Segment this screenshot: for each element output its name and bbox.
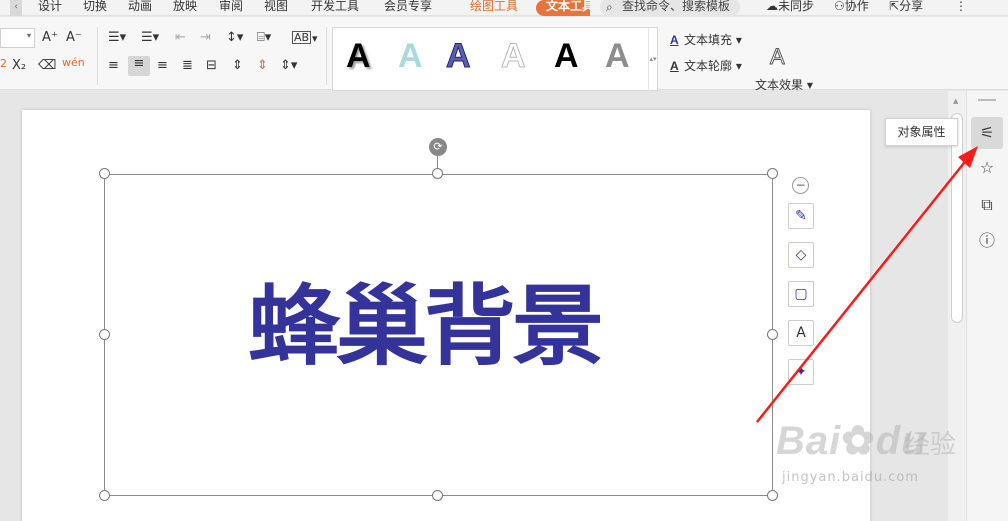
gallery-expand-button[interactable]: ▴▾ — [648, 28, 657, 90]
resize-handle-top[interactable] — [432, 168, 443, 179]
resize-handle-bottom[interactable] — [432, 490, 443, 501]
tab-design[interactable]: 设计 — [38, 0, 62, 16]
cloud-icon: ☁ — [766, 0, 778, 13]
transition-icon[interactable]: ⧉ — [971, 189, 1003, 221]
more-options-button[interactable]: ⋮ — [955, 0, 967, 13]
increase-indent-icon[interactable]: ⇥ — [200, 30, 211, 46]
ribbon-divider — [326, 27, 327, 85]
increase-font-button[interactable]: A⁺ — [42, 30, 58, 46]
justify-icon[interactable]: ≣ — [182, 58, 193, 74]
text-wrap-icon[interactable]: ⌸▾ — [257, 30, 271, 46]
eraser-icon[interactable]: ⌫ — [38, 58, 56, 74]
align-left-icon[interactable]: ≡ — [108, 58, 119, 74]
ribbon: ▾ A⁺ A⁻ 2 X₂ ⌫ wén ☰▾ ☰▾ ⇤ ⇥ ↕▾ ⌸▾ AB ▾ … — [0, 17, 1008, 92]
bullet-list-icon[interactable]: ☰▾ — [108, 30, 126, 46]
quick-fill-icon[interactable]: ◇ — [788, 242, 814, 268]
tab-review[interactable]: 审阅 — [219, 0, 243, 16]
text-outline-icon: A — [670, 59, 679, 73]
object-properties-icon[interactable]: ⚟ — [971, 117, 1003, 149]
scroll-up-icon[interactable]: ▲ — [953, 97, 958, 105]
search-icon: ⌕ — [606, 0, 613, 14]
resize-handle-left[interactable] — [99, 329, 110, 340]
tab-scroll-left-button[interactable]: ‹ — [10, 0, 22, 16]
spacing-options-icon[interactable]: ⇕▾ — [280, 58, 297, 74]
wordart-style-2[interactable]: A — [398, 36, 423, 76]
tab-view[interactable]: 视图 — [264, 0, 288, 16]
text-direction-sort-icon[interactable]: ↕▾ — [226, 30, 243, 46]
font-size-dropdown[interactable]: ▾ — [0, 28, 35, 48]
command-search-box[interactable]: ⌕ 查找命令、搜索模板 — [600, 0, 740, 16]
rotate-handle-icon[interactable]: ⟳ — [429, 138, 447, 156]
text-fill-label: 文本填充 — [684, 33, 733, 47]
wordart-style-4[interactable]: A — [501, 36, 527, 76]
tab-developer[interactable]: 开发工具 — [311, 0, 359, 16]
wordart-style-1[interactable]: A — [346, 36, 371, 76]
subscript-button[interactable]: X₂ — [12, 58, 26, 74]
share-icon: ⇱ — [889, 0, 900, 13]
text-direction-button[interactable]: AB — [292, 31, 312, 44]
tab-transition[interactable]: 切换 — [83, 0, 107, 16]
baidu-watermark: Bai✿du 经验 jingyan.baidu.com — [776, 418, 976, 488]
decrease-font-button[interactable]: A⁻ — [66, 30, 82, 46]
chevron-down-icon: ▾ — [732, 33, 742, 47]
watermark-cn: 经验 — [904, 430, 957, 460]
text-effect-icon[interactable]: A — [770, 44, 786, 70]
collab-label: 协作 — [844, 0, 869, 13]
text-outline-button[interactable]: A 文本轮廓 ▾ — [670, 57, 742, 74]
wordart-style-gallery: A A A A A A ▴▾ — [332, 27, 658, 91]
wordart-style-3[interactable]: A — [446, 36, 472, 76]
quick-text-effect-icon[interactable]: A — [788, 320, 814, 346]
chevron-down-icon: ▾ — [803, 78, 813, 92]
tab-slideshow[interactable]: 放映 — [173, 0, 197, 16]
help-icon[interactable]: ⓘ — [971, 225, 1003, 257]
star-icon[interactable]: ☆ — [971, 152, 1003, 184]
share-button[interactable]: ⇱分享 — [889, 0, 923, 13]
decrease-indent-icon[interactable]: ⇤ — [175, 30, 186, 46]
text-fill-icon: A — [670, 33, 679, 47]
resize-handle-right[interactable] — [767, 329, 778, 340]
text-effect-label: 文本效果 — [755, 78, 804, 92]
align-center-icon[interactable]: ≡ — [128, 56, 150, 76]
sync-status-button[interactable]: ☁未同步 — [766, 0, 814, 13]
paw-icon: ✿ — [841, 419, 876, 463]
collapse-toolbar-icon[interactable]: − — [792, 177, 809, 194]
sync-label: 未同步 — [778, 0, 815, 13]
watermark-url: jingyan.baidu.com — [782, 470, 919, 485]
chevron-down-icon: ▾ — [312, 32, 318, 45]
chevron-down-icon: ▾ — [26, 31, 31, 40]
tab-animation[interactable]: 动画 — [128, 0, 152, 16]
collaborate-button[interactable]: ⚇协作 — [834, 0, 869, 13]
collab-icon: ⚇ — [834, 0, 845, 13]
text-outline-label: 文本轮廓 — [684, 59, 733, 73]
search-placeholder: 查找命令、搜索模板 — [622, 0, 731, 13]
slide-headline-text[interactable]: 蜂巢背景 — [248, 275, 604, 380]
tab-text-tools[interactable]: 文本工具 — [536, 0, 590, 16]
superscript-button[interactable]: 2 — [0, 56, 7, 72]
tab-member[interactable]: 会员专享 — [384, 0, 432, 16]
share-label: 分享 — [899, 0, 924, 13]
resize-handle-bottom-right[interactable] — [767, 490, 778, 501]
tab-drawing-tools[interactable]: 绘图工具 — [470, 0, 518, 16]
quick-animation-icon[interactable]: ✦ — [788, 359, 814, 385]
object-properties-tooltip: 对象属性 — [885, 118, 958, 146]
distribute-icon[interactable]: ⊟ — [206, 58, 217, 74]
quick-outline-icon[interactable]: ▢ — [788, 281, 814, 307]
chevron-down-icon: ▾ — [732, 59, 742, 73]
align-right-icon[interactable]: ≡ — [157, 58, 168, 74]
panel-grip-icon — [978, 99, 996, 101]
resize-handle-bottom-left[interactable] — [99, 490, 110, 501]
pinyin-guide-button[interactable]: wén — [62, 55, 85, 71]
wordart-style-5[interactable]: A — [554, 36, 579, 76]
line-spacing-icon[interactable]: ⇕ — [232, 58, 243, 74]
paragraph-spacing-icon[interactable]: ⇕ — [257, 58, 268, 74]
text-fill-button[interactable]: A 文本填充 ▾ — [670, 31, 742, 48]
resize-handle-top-right[interactable] — [767, 168, 778, 179]
numbered-list-icon[interactable]: ☰▾ — [141, 30, 159, 46]
menu-bar: ‹ 设计 切换 动画 放映 审阅 视图 开发工具 会员专享 绘图工具 文本工具 … — [0, 0, 1008, 16]
quick-style-brush-icon[interactable]: ✎ — [788, 203, 814, 229]
resize-handle-top-left[interactable] — [99, 168, 110, 179]
wordart-style-6[interactable]: A — [605, 36, 630, 76]
ribbon-divider — [97, 27, 98, 85]
